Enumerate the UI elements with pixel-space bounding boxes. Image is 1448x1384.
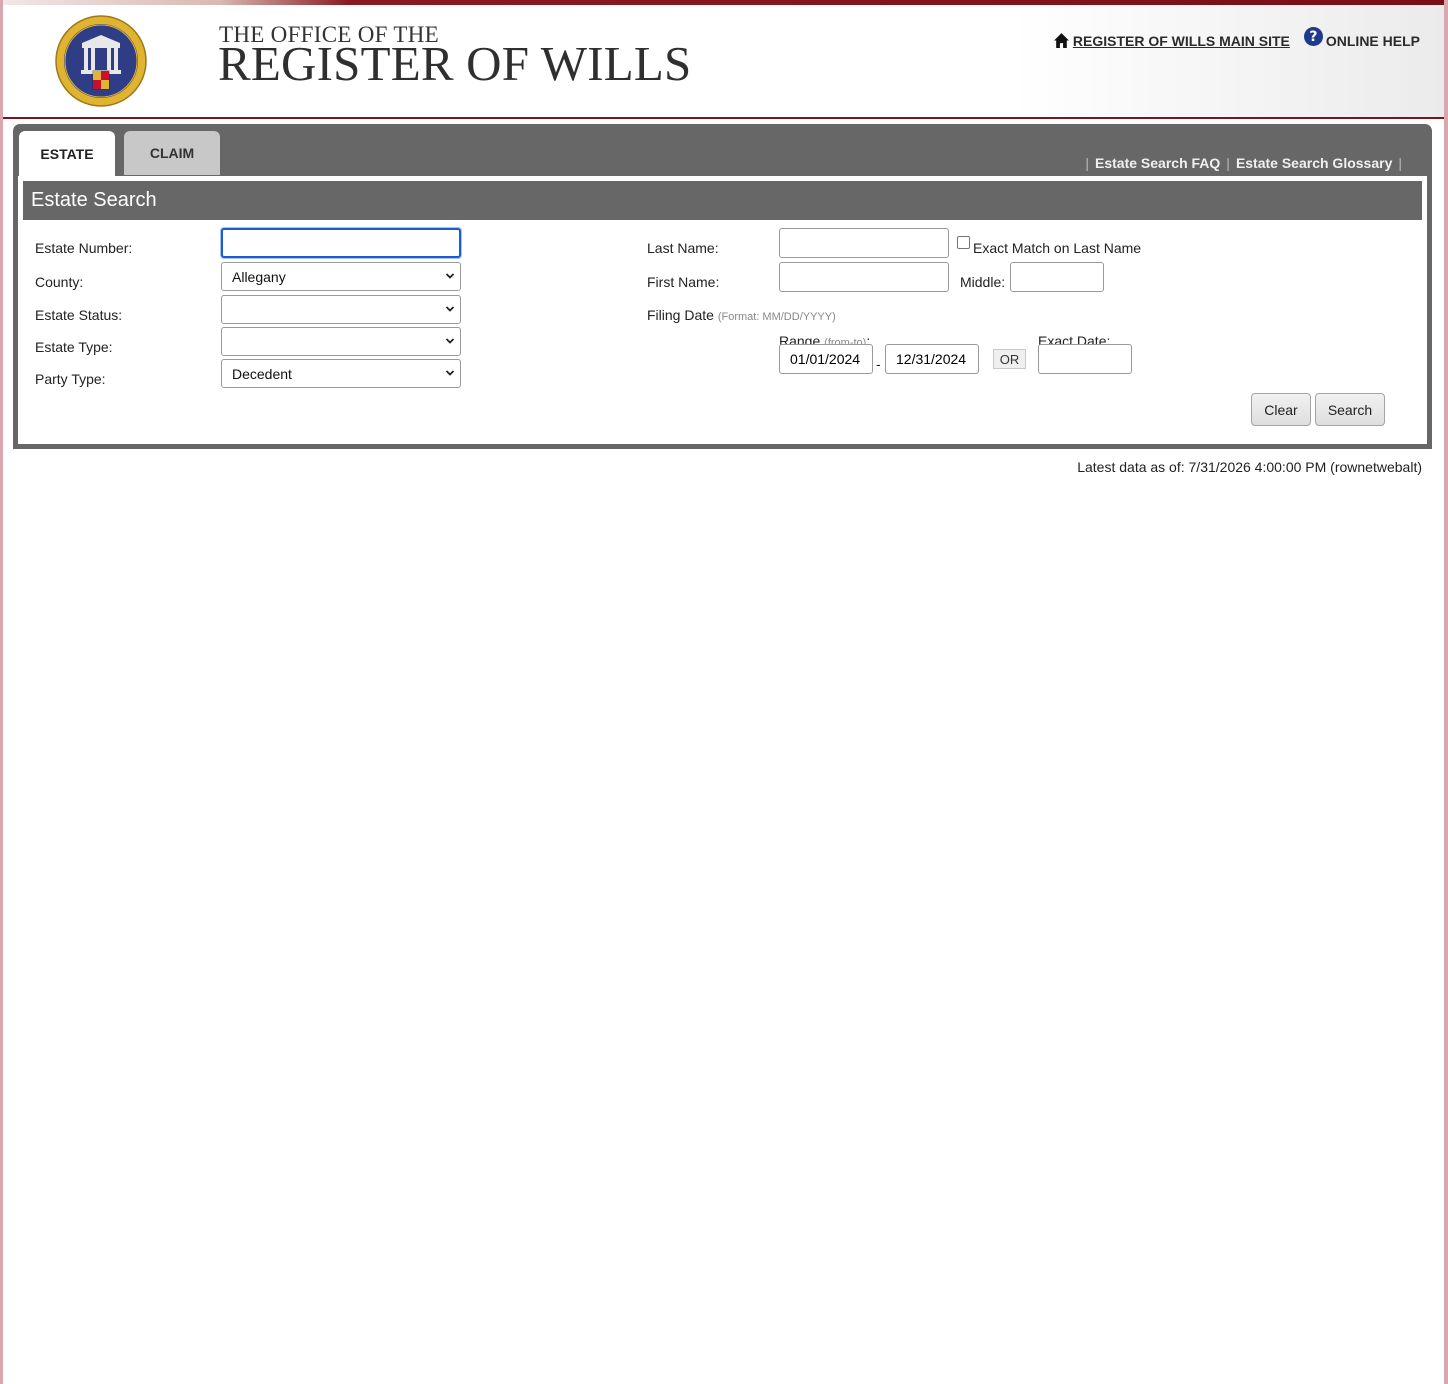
- middle-label: Middle:: [960, 274, 1006, 290]
- filing-date-format-note: (Format: MM/DD/YYYY): [717, 311, 836, 323]
- estate-search-faq-link[interactable]: Estate Search FAQ: [1095, 155, 1220, 171]
- estate-type-label: Estate Type:: [35, 339, 113, 355]
- section-title: Estate Search: [23, 181, 1422, 220]
- header-links: REGISTER OF WILLS MAIN SITE ? ONLINE HEL…: [1053, 27, 1420, 49]
- link-separator: |: [1226, 155, 1230, 171]
- link-separator: |: [1398, 155, 1402, 171]
- tab-claim[interactable]: CLAIM: [124, 131, 220, 175]
- county-selected-value: Allegany: [232, 268, 286, 285]
- online-help-label: ONLINE HELP: [1325, 32, 1420, 49]
- tab-estate[interactable]: ESTATE: [19, 131, 115, 177]
- party-type-label: Party Type:: [35, 371, 106, 387]
- estate-status-label: Estate Status:: [35, 307, 123, 323]
- party-type-select[interactable]: Decedent: [221, 359, 461, 388]
- seal-icon: [55, 15, 147, 107]
- filing-date-label: Filing Date (Format: MM/DD/YYYY): [647, 307, 836, 323]
- home-icon: [1053, 33, 1069, 48]
- estate-type-select[interactable]: [221, 327, 461, 356]
- chevron-down-icon: [445, 306, 455, 312]
- estate-number-input[interactable]: [221, 228, 461, 258]
- last-name-input[interactable]: [779, 228, 949, 258]
- county-label: County:: [35, 274, 84, 290]
- estate-search-content: Estate Search Estate Number: County: All…: [18, 176, 1427, 444]
- clear-button[interactable]: Clear: [1251, 393, 1311, 426]
- help-icon: ?: [1303, 27, 1323, 46]
- party-type-selected-value: Decedent: [232, 365, 292, 382]
- site-title: REGISTER OF WILLS: [218, 36, 692, 91]
- exact-match-label: Exact Match on Last Name: [973, 240, 1142, 256]
- search-panel: ESTATE CLAIM | Estate Search FAQ | Estat…: [13, 124, 1432, 449]
- link-separator: |: [1085, 155, 1090, 171]
- search-button[interactable]: Search: [1315, 393, 1385, 426]
- county-select[interactable]: Allegany: [221, 262, 461, 291]
- estate-status-select[interactable]: [221, 295, 461, 324]
- site-header: THE OFFICE OF THE REGISTER OF WILLS REGI…: [3, 0, 1444, 119]
- chevron-down-icon: [445, 273, 455, 279]
- last-name-label: Last Name:: [647, 240, 719, 256]
- latest-data-timestamp: Latest data as of: 7/31/2026 4:00:00 PM …: [1077, 459, 1422, 475]
- filing-date-text: Filing Date: [647, 307, 714, 323]
- exact-date-input[interactable]: [1038, 344, 1132, 374]
- range-from-input[interactable]: [779, 344, 873, 374]
- first-name-label: First Name:: [647, 274, 720, 290]
- exact-match-checkbox[interactable]: [957, 236, 970, 249]
- estate-number-label: Estate Number:: [35, 240, 133, 256]
- main-site-link[interactable]: REGISTER OF WILLS MAIN SITE: [1053, 32, 1290, 49]
- or-separator: OR: [993, 349, 1026, 369]
- header-accent-line: [3, 0, 1444, 5]
- estate-search-glossary-link[interactable]: Estate Search Glossary: [1236, 155, 1392, 171]
- middle-name-input[interactable]: [1010, 262, 1104, 292]
- chevron-down-icon: [445, 370, 455, 376]
- main-site-link-label: REGISTER OF WILLS MAIN SITE: [1072, 32, 1290, 49]
- chevron-down-icon: [445, 338, 455, 344]
- first-name-input[interactable]: [779, 262, 949, 292]
- panel-links: | Estate Search FAQ | Estate Search Glos…: [1085, 155, 1402, 171]
- range-to-input[interactable]: [885, 344, 979, 374]
- online-help-link[interactable]: ? ONLINE HELP: [1303, 27, 1420, 49]
- range-dash: -: [876, 356, 881, 372]
